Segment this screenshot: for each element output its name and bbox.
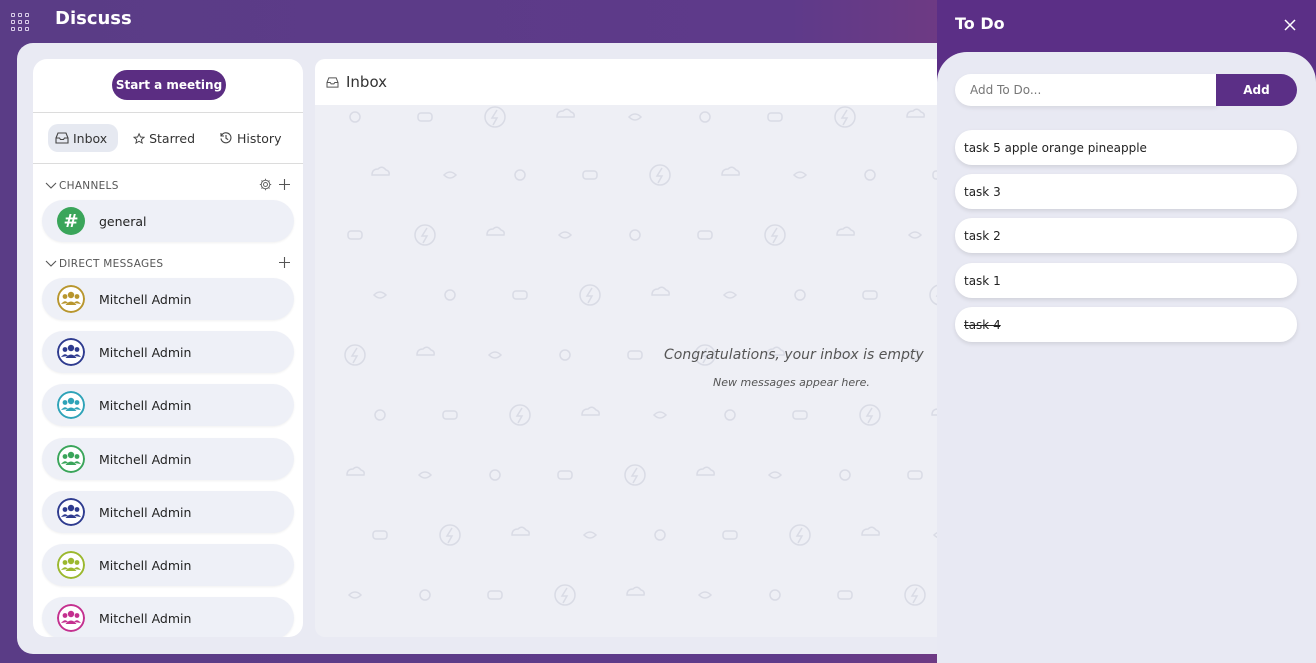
background-pattern [344, 106, 951, 606]
sidebar: Start a meeting Inbox Starred History CH… [33, 59, 303, 637]
todo-item[interactable]: task 4 [955, 307, 1297, 342]
todo-panel: To Do Add task 5 apple orange pineapple t… [937, 0, 1316, 663]
todo-item-text: task 4 [964, 317, 1001, 332]
todo-item-text: task 5 apple orange pineapple [964, 140, 1147, 155]
empty-inbox-subtitle: New messages appear here. [713, 376, 870, 389]
dm-item[interactable]: Mitchell Admin [42, 544, 294, 586]
app-title: Discuss [55, 8, 132, 29]
nav-inbox-label: Inbox [73, 130, 108, 146]
channel-name: general [99, 213, 147, 229]
history-icon [220, 132, 232, 144]
direct-messages-header: DIRECT MESSAGES [45, 256, 291, 272]
dm-name: Mitchell Admin [99, 610, 192, 626]
avatar [57, 391, 85, 419]
nav-inbox[interactable]: Inbox [48, 124, 118, 152]
dm-item[interactable]: Mitchell Admin [42, 491, 294, 533]
dm-item[interactable]: Mitchell Admin [42, 331, 294, 373]
dm-name: Mitchell Admin [99, 504, 192, 520]
dm-item[interactable]: Mitchell Admin [42, 278, 294, 320]
avatar [57, 445, 85, 473]
apps-grid-icon[interactable] [11, 13, 29, 31]
todo-title: To Do [955, 14, 1005, 33]
inbox-icon [55, 132, 69, 144]
add-todo-button[interactable]: Add [1216, 74, 1297, 106]
dm-item[interactable]: Mitchell Admin [42, 384, 294, 426]
dm-name: Mitchell Admin [99, 557, 192, 573]
dm-name: Mitchell Admin [99, 291, 192, 307]
todo-item[interactable]: task 2 [955, 218, 1297, 253]
add-conversation-icon[interactable] [278, 256, 291, 269]
inbox-icon [326, 76, 339, 88]
dm-name: Mitchell Admin [99, 397, 192, 413]
chevron-down-icon[interactable] [45, 182, 57, 190]
direct-messages-header-label: DIRECT MESSAGES [59, 258, 164, 270]
inbox-panel: Inbox Congratulations, your inbox is emp… [315, 59, 955, 637]
todo-input[interactable] [955, 74, 1217, 106]
todo-item[interactable]: task 5 apple orange pineapple [955, 130, 1297, 165]
todo-item[interactable]: task 1 [955, 263, 1297, 298]
todo-item-text: task 2 [964, 228, 1001, 243]
avatar [57, 551, 85, 579]
avatar [57, 338, 85, 366]
channels-header-label: CHANNELS [59, 180, 119, 192]
channel-item-general[interactable]: # general [42, 200, 294, 242]
start-meeting-button[interactable]: Start a meeting [112, 70, 226, 100]
avatar [57, 285, 85, 313]
inbox-title: Inbox [346, 73, 388, 91]
channels-header: CHANNELS [45, 178, 291, 194]
todo-item-text: task 1 [964, 273, 1001, 288]
dm-name: Mitchell Admin [99, 344, 192, 360]
divider [33, 112, 303, 113]
channels-actions [259, 178, 291, 191]
avatar [57, 604, 85, 632]
dm-item[interactable]: Mitchell Admin [42, 438, 294, 480]
empty-inbox-title: Congratulations, your inbox is empty [664, 347, 924, 363]
dm-item[interactable]: Mitchell Admin [42, 597, 294, 637]
close-icon[interactable] [1282, 17, 1298, 33]
todo-body: Add task 5 apple orange pineapple task 3 t… [937, 52, 1316, 663]
dm-name: Mitchell Admin [99, 451, 192, 467]
divider [33, 163, 303, 164]
hash-icon: # [57, 207, 85, 235]
avatar [57, 498, 85, 526]
inbox-header: Inbox [315, 59, 955, 105]
gear-icon[interactable] [259, 178, 272, 191]
todo-item-text: task 3 [964, 184, 1001, 199]
star-icon [133, 132, 146, 144]
todo-item[interactable]: task 3 [955, 174, 1297, 209]
add-channel-icon[interactable] [278, 178, 291, 191]
nav-starred[interactable]: Starred [126, 124, 202, 152]
nav-starred-label: Starred [149, 130, 195, 146]
nav-history-label: History [237, 130, 282, 146]
nav-history[interactable]: History [212, 124, 292, 152]
chevron-down-icon[interactable] [45, 260, 57, 268]
direct-messages-actions [278, 256, 291, 269]
